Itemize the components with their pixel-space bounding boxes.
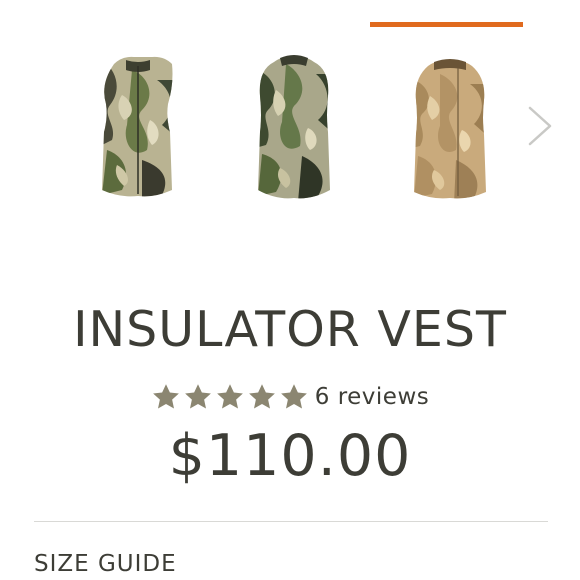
star-icon <box>216 384 243 409</box>
product-title: INSULATOR VEST <box>73 301 507 358</box>
divider <box>34 521 548 522</box>
star-icon <box>184 384 211 409</box>
star-rating[interactable] <box>151 382 311 412</box>
product-thumbnail-2[interactable] <box>218 0 368 220</box>
size-guide-link[interactable]: SIZE GUIDE <box>34 548 177 580</box>
star-icon <box>248 384 275 409</box>
vest-green-camo-image <box>102 56 173 197</box>
star-icon <box>280 384 307 409</box>
chevron-right-icon <box>528 106 552 146</box>
carousel-next-button[interactable] <box>520 104 560 148</box>
star-icon <box>152 384 179 409</box>
product-price: $110.00 <box>168 423 412 489</box>
product-rating: 6 reviews <box>0 378 580 416</box>
vest-desert-camo-image <box>414 59 486 199</box>
product-thumbnail-1[interactable] <box>62 0 212 220</box>
product-image-carousel <box>0 0 580 230</box>
vest-green-camo-image <box>258 55 330 199</box>
product-thumbnail-3[interactable] <box>370 0 523 220</box>
reviews-link[interactable]: 6 reviews <box>315 384 430 410</box>
